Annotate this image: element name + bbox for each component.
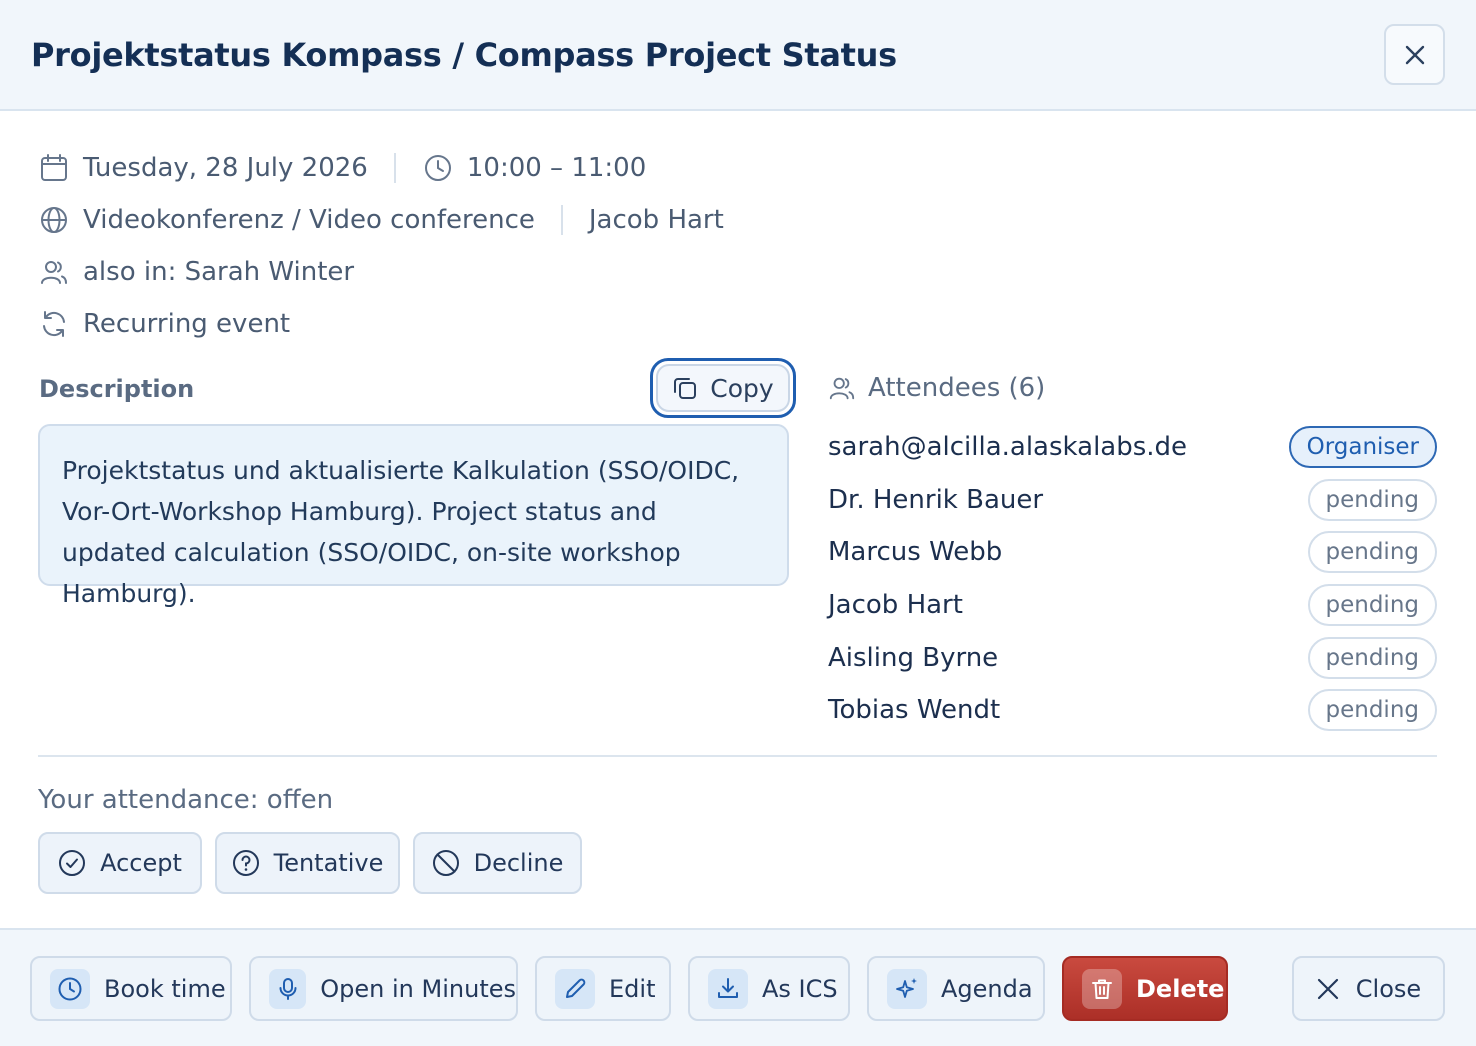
question-circle-icon bbox=[232, 850, 259, 876]
delete-label: Delete bbox=[1136, 974, 1225, 1003]
attendee-row: Dr. Henrik Bauer pending bbox=[828, 478, 1437, 522]
globe-icon bbox=[38, 204, 70, 236]
location-row: Videokonferenz / Video conference Jacob … bbox=[38, 203, 724, 237]
open-in-minutes-label: Open in Minutes bbox=[320, 974, 516, 1003]
status-badge: pending bbox=[1307, 637, 1437, 679]
edit-label: Edit bbox=[609, 974, 656, 1003]
description-label: Description bbox=[39, 375, 195, 403]
attendee-name: Tobias Wendt bbox=[828, 695, 1001, 725]
attendee-row: Tobias Wendt pending bbox=[828, 688, 1437, 732]
clock-icon bbox=[422, 152, 454, 184]
attendees-count-label: Attendees (6) bbox=[868, 373, 1046, 403]
copy-button-inner[interactable]: Copy bbox=[656, 364, 790, 412]
divider bbox=[560, 205, 563, 235]
event-time: 10:00 – 11:00 bbox=[466, 153, 647, 183]
sparkles-icon bbox=[887, 968, 927, 1009]
attendees-header: Attendees (6) bbox=[828, 370, 1045, 406]
tentative-label: Tentative bbox=[273, 849, 384, 877]
attendee-name: Dr. Henrik Bauer bbox=[828, 485, 1044, 515]
status-badge: Organiser bbox=[1288, 426, 1437, 468]
close-icon bbox=[1405, 45, 1424, 64]
recurrence-text: Recurring event bbox=[83, 309, 291, 339]
pencil-icon bbox=[555, 968, 595, 1009]
also-in-text: also in: Sarah Winter bbox=[83, 257, 355, 287]
event-organizer: Jacob Hart bbox=[588, 205, 724, 235]
date-time-row: Tuesday, 28 July 2026 10:00 – 11:00 bbox=[38, 151, 646, 185]
repeat-icon bbox=[38, 308, 70, 340]
tentative-button[interactable]: Tentative bbox=[215, 832, 400, 894]
close-label: Close bbox=[1355, 974, 1422, 1003]
book-time-label: Book time bbox=[104, 974, 226, 1003]
attendee-row: sarah@alcilla.alaskalabs.de Organiser bbox=[828, 425, 1437, 469]
accept-button[interactable]: Accept bbox=[38, 832, 202, 894]
copy-icon bbox=[674, 378, 697, 399]
attendee-name: Jacob Hart bbox=[828, 590, 963, 620]
attendee-row: Jacob Hart pending bbox=[828, 583, 1437, 627]
also-in-row: also in: Sarah Winter bbox=[38, 255, 354, 289]
attendee-name: sarah@alcilla.alaskalabs.de bbox=[828, 432, 1188, 462]
accept-label: Accept bbox=[100, 849, 182, 877]
calendar-icon bbox=[38, 152, 70, 184]
as-ics-label: As ICS bbox=[762, 974, 838, 1003]
attendee-name: Marcus Webb bbox=[828, 537, 1003, 567]
attendance-status: Your attendance: offen bbox=[38, 785, 334, 815]
clock-icon bbox=[50, 968, 90, 1009]
users-icon bbox=[38, 256, 70, 288]
download-icon bbox=[708, 968, 748, 1009]
copy-description-button[interactable]: Copy bbox=[650, 358, 796, 418]
dialog-title: Projektstatus Kompass / Compass Project … bbox=[31, 36, 897, 74]
agenda-button[interactable]: Agenda bbox=[867, 956, 1045, 1021]
section-divider bbox=[38, 755, 1437, 757]
users-icon bbox=[829, 377, 855, 400]
attendee-row: Marcus Webb pending bbox=[828, 530, 1437, 574]
decline-button[interactable]: Decline bbox=[413, 832, 582, 894]
close-icon bbox=[1317, 978, 1338, 999]
attendee-row: Aisling Byrne pending bbox=[828, 636, 1437, 680]
divider bbox=[393, 153, 396, 183]
ban-icon bbox=[432, 850, 459, 876]
copy-label: Copy bbox=[710, 373, 774, 403]
edit-button[interactable]: Edit bbox=[535, 956, 671, 1021]
delete-button[interactable]: Delete bbox=[1062, 956, 1228, 1021]
status-badge: pending bbox=[1307, 689, 1437, 731]
recurrence-row: Recurring event bbox=[38, 307, 290, 341]
microphone-icon bbox=[269, 968, 307, 1009]
decline-label: Decline bbox=[473, 849, 564, 877]
as-ics-button[interactable]: As ICS bbox=[688, 956, 850, 1021]
dialog-header: Projektstatus Kompass / Compass Project … bbox=[0, 0, 1476, 111]
status-badge: pending bbox=[1307, 531, 1437, 573]
agenda-label: Agenda bbox=[941, 974, 1033, 1003]
check-circle-icon bbox=[59, 850, 86, 876]
trash-icon bbox=[1082, 968, 1122, 1009]
status-badge: pending bbox=[1307, 479, 1437, 521]
close-dialog-button[interactable] bbox=[1384, 24, 1445, 85]
book-time-button[interactable]: Book time bbox=[30, 956, 232, 1021]
event-location: Videokonferenz / Video conference bbox=[83, 205, 535, 235]
attendee-name: Aisling Byrne bbox=[828, 643, 999, 673]
description-text: Projektstatus und aktualisierte Kalkulat… bbox=[38, 424, 789, 608]
event-date: Tuesday, 28 July 2026 bbox=[83, 153, 368, 183]
open-in-minutes-button[interactable]: Open in Minutes bbox=[249, 956, 518, 1021]
status-badge: pending bbox=[1307, 584, 1437, 626]
close-button[interactable]: Close bbox=[1292, 956, 1445, 1021]
